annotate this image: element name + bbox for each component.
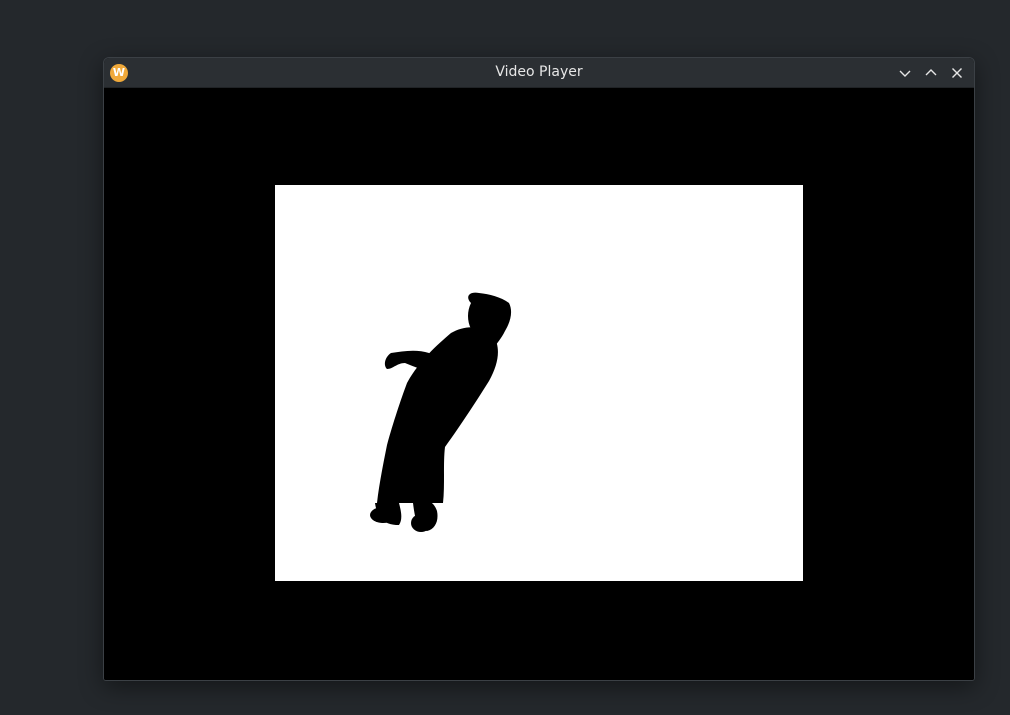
video-player-window: W Video Player: [103, 57, 975, 681]
close-icon: [952, 68, 962, 78]
title-bar[interactable]: W Video Player: [104, 58, 974, 88]
close-button[interactable]: [948, 64, 966, 82]
silhouette-figure: [370, 292, 512, 532]
video-viewport[interactable]: [104, 88, 974, 680]
window-title: Video Player: [495, 64, 583, 80]
chevron-up-icon: [925, 69, 937, 76]
minimize-button[interactable]: [896, 64, 914, 82]
chevron-down-icon: [899, 70, 911, 77]
video-content: [370, 292, 512, 532]
video-frame[interactable]: [275, 185, 803, 581]
desktop: W Video Player: [0, 0, 1010, 715]
app-logo-icon[interactable]: W: [110, 64, 128, 82]
maximize-button[interactable]: [922, 64, 940, 82]
